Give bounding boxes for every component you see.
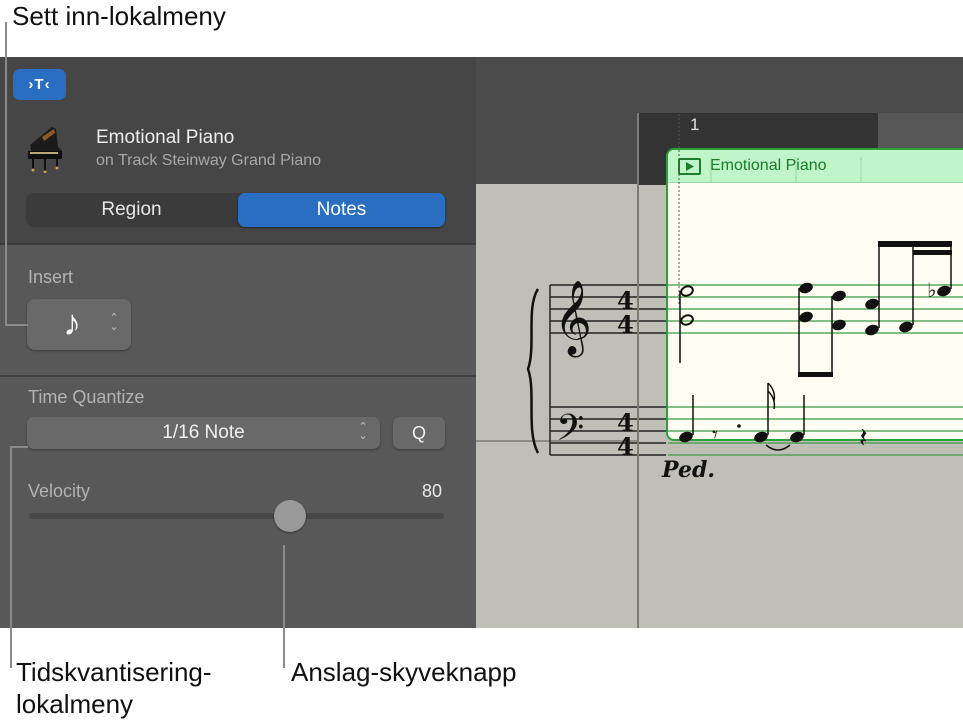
half-note [680,314,694,326]
time-quantize-popup-menu[interactable]: 1/16 Note ⌃ ⌄ [27,417,380,449]
note-head [832,290,846,302]
inspector-header: ›T‹ Emotional Piano on Track Steinway Gr… [0,57,476,243]
note-head [799,311,813,323]
time-quantize-label: Time Quantize [28,387,145,407]
note-head [754,431,768,443]
leader-velocity [283,545,285,668]
note-beam [913,250,952,255]
velocity-slider-thumb[interactable] [274,500,307,532]
callout-velocity-slider: Anslag-skyveknapp [291,657,517,687]
note-beam [878,241,952,247]
leader-insert-h [5,324,28,326]
callout-quantize-menu: Tidskvantisering- lokalmeny [16,656,212,720]
note-head [679,431,693,443]
bass-clef-icon: 𝄢 [556,407,584,458]
tab-notes[interactable]: Notes [238,193,445,227]
measure-divider [637,113,639,628]
note-head [899,321,913,333]
quantize-q-button[interactable]: Q [393,417,445,449]
updown-chevron-icon: ⌃ ⌄ [358,421,368,442]
note-head [799,282,813,294]
treble-clef-icon: 𝄞 [554,281,592,358]
note-beam [798,372,833,377]
region-name: Emotional Piano [96,127,235,148]
quarter-rest-icon: 𝄽 [859,421,868,454]
inspector-filter-button[interactable]: ›T‹ [13,69,66,100]
bass-staff-lines [550,406,963,456]
insert-popup-menu[interactable]: ♪ ⌃ ⌄ [27,299,131,350]
insert-section: Insert ♪ ⌃ ⌄ [0,243,476,375]
leader-quantize-h [10,446,28,448]
note-head [865,324,879,336]
callout-quantize-line2: lokalmeny [16,689,134,719]
eighth-note-icon: ♪ [63,302,81,343]
note-head [790,431,804,443]
quantize-section: Time Quantize 1/16 Note ⌃ ⌄ Q Velocity 80 [0,375,476,628]
velocity-value: 80 [421,481,442,501]
score-area: 1 Emotional Piano 𝄞 𝄢 4 4 4 4 ♭ 𝄾 𝄽 Ped. [476,57,963,628]
grand-piano-icon [28,127,62,173]
insert-label: Insert [28,267,74,287]
callout-quantize-line1: Tidskvantisering- [16,657,212,687]
treble-time-sig-bottom: 4 [617,310,634,339]
brace [526,288,540,454]
updown-chevron-icon: ⌃ ⌄ [109,312,119,333]
leader-insert [5,22,7,326]
tab-region[interactable]: Region [26,193,237,227]
half-note [680,285,694,297]
staff-notation: 𝄞 𝄢 4 4 4 4 ♭ 𝄾 𝄽 [526,114,963,461]
dot [737,424,741,428]
note-head [832,319,846,331]
velocity-slider-track[interactable] [29,513,444,519]
eighth-rest-icon: 𝄾 [712,423,718,448]
note-head [937,285,951,297]
region-track-name: on Track Steinway Grand Piano [96,152,322,169]
time-quantize-value: 1/16 Note [162,422,245,443]
callout-insert-menu: Sett inn-lokalmeny [12,1,226,31]
inspector-filter-icon: ›T‹ [28,76,51,93]
tie [765,444,791,451]
inspector-tab-control: Region Notes [26,193,445,227]
bass-time-sig-bottom: 4 [617,432,634,461]
score-editor-window: ›T‹ Emotional Piano on Track Steinway Gr… [0,57,963,628]
flat-icon: ♭ [927,278,936,302]
note-flag [767,382,776,410]
leader-quantize [10,446,12,668]
pedal-marking: Ped. [662,457,715,483]
velocity-label: Velocity [28,481,91,501]
inspector-panel: ›T‹ Emotional Piano on Track Steinway Gr… [0,57,476,628]
